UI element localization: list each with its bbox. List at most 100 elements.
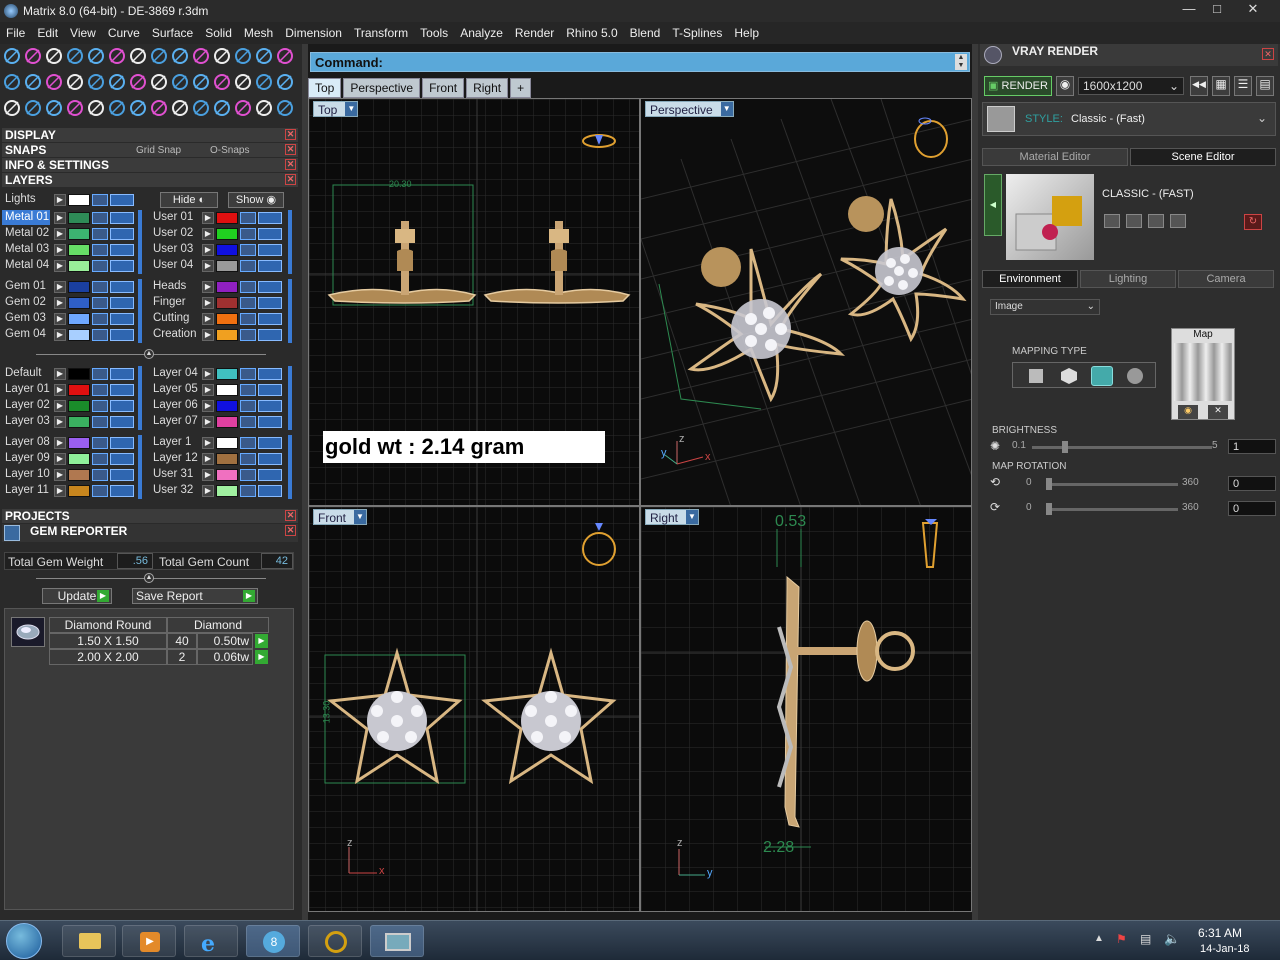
lock-icon[interactable] xyxy=(240,281,256,293)
rotation-v-value[interactable]: 0 xyxy=(1228,501,1276,516)
layer-row[interactable]: Cutting ▶ xyxy=(150,311,290,326)
chevron-down-icon[interactable]: ▼ xyxy=(686,510,699,524)
collapse-handle-icon[interactable]: ▲ xyxy=(144,349,154,359)
lock-icon[interactable] xyxy=(92,297,108,309)
menu-help[interactable]: Help xyxy=(728,26,765,40)
layer-color-swatch[interactable] xyxy=(68,329,90,341)
layer-row[interactable]: Layer 11 ▶ xyxy=(2,483,142,498)
close-icon[interactable]: ✕ xyxy=(285,510,296,521)
expand-arrow-icon[interactable]: ▶ xyxy=(202,437,214,449)
tab-top[interactable]: Top xyxy=(308,78,342,98)
close-icon[interactable]: ✕ xyxy=(285,144,296,155)
rotation-h-value[interactable]: 0 xyxy=(1228,476,1276,491)
tool-icon[interactable] xyxy=(44,98,64,118)
ie-taskbar-button[interactable]: e xyxy=(184,925,238,957)
lock-icon[interactable] xyxy=(92,400,108,412)
menu-mesh[interactable]: Mesh xyxy=(238,26,279,40)
tool-icon[interactable] xyxy=(128,72,148,92)
viewport-right[interactable]: 0.53 2.28 z y Right ▼ xyxy=(640,506,972,912)
tool-icon[interactable] xyxy=(275,98,295,118)
menu-surface[interactable]: Surface xyxy=(146,26,199,40)
section-gem-reporter[interactable]: GEM REPORTER ✕ xyxy=(2,524,298,542)
resolution-select[interactable]: 1600x1200 ⌄ xyxy=(1078,77,1184,95)
save-report-button[interactable]: Save Report ▶ xyxy=(132,588,258,604)
expand-arrow-icon[interactable]: ▶ xyxy=(54,469,66,481)
visibility-toggle[interactable] xyxy=(258,297,282,309)
menu-analyze[interactable]: Analyze xyxy=(454,26,509,40)
lock-icon[interactable] xyxy=(92,437,108,449)
section-projects[interactable]: PROJECTS ✕ xyxy=(2,509,298,523)
visibility-toggle[interactable] xyxy=(258,437,282,449)
layer-row[interactable]: Metal 04 ▶ xyxy=(2,258,142,273)
layer-row[interactable]: Default ▶ xyxy=(2,366,142,381)
tool-icon[interactable] xyxy=(23,46,43,66)
lock-icon[interactable] xyxy=(92,281,108,293)
play-icon[interactable]: ▶ xyxy=(255,634,268,648)
grid-view-icon[interactable]: ▦ xyxy=(1212,76,1230,96)
layer-color-swatch[interactable] xyxy=(216,281,238,293)
layer-row[interactable]: User 31 ▶ xyxy=(150,467,290,482)
lights-color-swatch[interactable] xyxy=(68,194,90,206)
lock-icon[interactable] xyxy=(92,228,108,240)
expand-arrow-icon[interactable]: ▶ xyxy=(54,281,66,293)
command-scroll-icon[interactable]: ▲ ▼ xyxy=(955,54,967,70)
action-center-icon[interactable]: ⚑ xyxy=(1116,932,1127,946)
layer-row[interactable]: User 02 ▶ xyxy=(150,226,290,241)
layer-color-swatch[interactable] xyxy=(216,485,238,497)
layer-color-swatch[interactable] xyxy=(68,244,90,256)
expand-arrow-icon[interactable]: ▶ xyxy=(54,194,66,206)
rewind-icon[interactable]: ◀◀ xyxy=(1190,76,1208,96)
layer-color-swatch[interactable] xyxy=(216,416,238,428)
tool-icon[interactable] xyxy=(254,46,274,66)
expand-arrow-icon[interactable]: ▶ xyxy=(54,437,66,449)
visibility-toggle[interactable] xyxy=(258,416,282,428)
layer-row[interactable]: Gem 02 ▶ xyxy=(2,295,142,310)
menu-rhino-5-0[interactable]: Rhino 5.0 xyxy=(560,26,623,40)
lock-icon[interactable] xyxy=(240,384,256,396)
lock-icon[interactable] xyxy=(92,416,108,428)
show-button[interactable]: Show ◉ xyxy=(228,192,284,208)
layer-color-swatch[interactable] xyxy=(216,212,238,224)
layer-color-swatch[interactable] xyxy=(216,368,238,380)
lock-icon[interactable] xyxy=(240,228,256,240)
tool-icon[interactable] xyxy=(149,46,169,66)
visibility-toggle[interactable] xyxy=(258,212,282,224)
color-picker-icon[interactable]: ◉ xyxy=(1178,405,1198,419)
expand-arrow-icon[interactable]: ▶ xyxy=(54,384,66,396)
visibility-toggle[interactable] xyxy=(110,368,134,380)
lock-icon[interactable] xyxy=(240,297,256,309)
layer-color-swatch[interactable] xyxy=(68,485,90,497)
brightness-slider[interactable]: ✺ 0.1 5 1 xyxy=(990,439,1276,455)
lock-icon[interactable] xyxy=(240,437,256,449)
tab-material-editor[interactable]: Material Editor xyxy=(982,148,1128,166)
layer-color-swatch[interactable] xyxy=(216,453,238,465)
collapse-handle-icon[interactable]: ▲ xyxy=(144,573,154,583)
settings-icon[interactable]: ▤ xyxy=(1256,76,1274,96)
layer-row[interactable]: Heads ▶ xyxy=(150,279,290,294)
tab-environment[interactable]: Environment xyxy=(982,270,1078,288)
expand-arrow-icon[interactable]: ▶ xyxy=(202,400,214,412)
lock-icon[interactable] xyxy=(240,400,256,412)
maximize-button[interactable]: □ xyxy=(1202,0,1232,18)
layer-color-swatch[interactable] xyxy=(216,329,238,341)
env-mode-select[interactable]: Image ⌄ xyxy=(990,299,1100,315)
clear-map-icon[interactable]: ✕ xyxy=(1208,405,1228,419)
media-player-taskbar-button[interactable]: ▶ xyxy=(122,925,176,957)
visibility-toggle[interactable] xyxy=(258,281,282,293)
expand-arrow-icon[interactable]: ▶ xyxy=(54,416,66,428)
menu-transform[interactable]: Transform xyxy=(348,26,414,40)
visibility-toggle[interactable] xyxy=(110,400,134,412)
layer-color-swatch[interactable] xyxy=(68,313,90,325)
layer-color-swatch[interactable] xyxy=(68,281,90,293)
volume-icon[interactable]: 🔈 xyxy=(1164,931,1180,947)
expand-arrow-icon[interactable]: ▶ xyxy=(54,244,66,256)
update-button[interactable]: Update ▶ xyxy=(42,588,112,604)
layer-color-swatch[interactable] xyxy=(68,368,90,380)
tab-lighting[interactable]: Lighting xyxy=(1080,270,1176,288)
brightness-value[interactable]: 1 xyxy=(1228,439,1276,454)
visibility-toggle[interactable] xyxy=(110,416,134,428)
import-icon[interactable] xyxy=(1170,214,1186,228)
expand-arrow-icon[interactable]: ▶ xyxy=(54,368,66,380)
layer-row[interactable]: Layer 05 ▶ xyxy=(150,382,290,397)
visibility-toggle[interactable] xyxy=(110,244,134,256)
